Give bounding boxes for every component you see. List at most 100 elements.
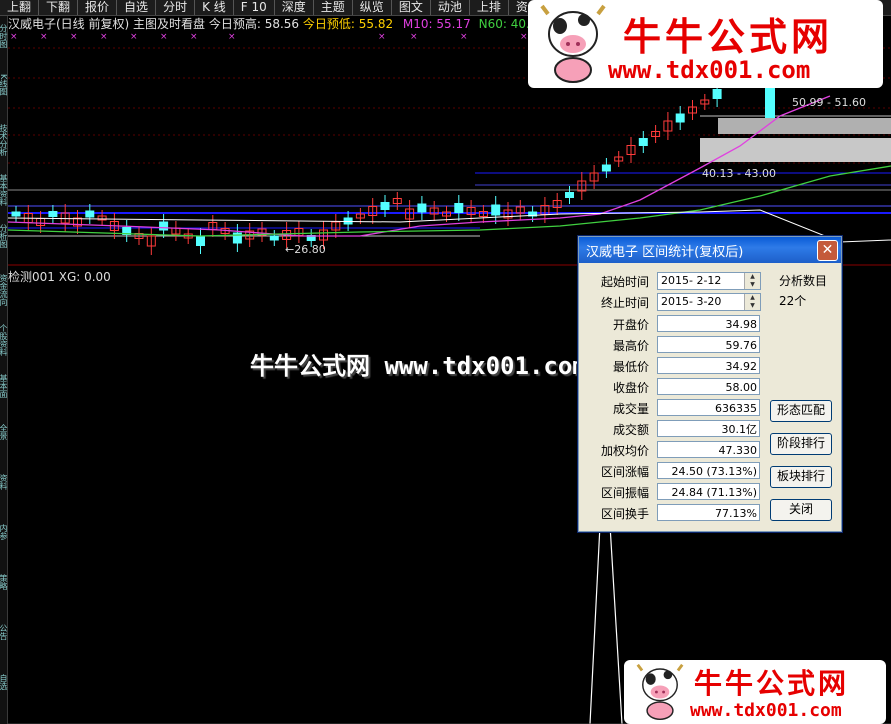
indicator-header: 检测001 XG: 0.00 bbox=[8, 270, 111, 284]
sector-ranking-button[interactable]: 板块排行 bbox=[770, 466, 832, 488]
stat-value-text: 59.76 bbox=[725, 339, 758, 352]
stat-value-text: 24.50 (73.13%) bbox=[671, 465, 757, 478]
left-strip-tab[interactable]: 公告 bbox=[0, 624, 8, 670]
left-strip-tab[interactable]: 基本资料 bbox=[0, 174, 8, 220]
left-strip-tab[interactable]: 资料 bbox=[0, 474, 8, 520]
menu-item[interactable]: 纵览 bbox=[353, 0, 392, 15]
menu-item[interactable]: 自选 bbox=[117, 0, 157, 15]
dialog-close-button[interactable]: 关闭 bbox=[770, 499, 832, 521]
spin-arrows-icon[interactable]: ▲ ▼ bbox=[744, 273, 760, 289]
m10-value: M10: 55.17 bbox=[402, 17, 471, 31]
signal-x-marker: × bbox=[40, 32, 48, 42]
left-strip-tab[interactable]: 自选 bbox=[0, 674, 8, 720]
candle-body bbox=[11, 211, 21, 217]
spin-arrows-icon[interactable]: ▲ ▼ bbox=[744, 294, 760, 310]
candle-body bbox=[765, 88, 775, 118]
left-strip-tab[interactable]: 策略 bbox=[0, 574, 8, 620]
stat-value: 77.13% bbox=[657, 504, 760, 521]
band-label-1: 40.13 - 43.00 bbox=[702, 167, 776, 180]
signal-x-marker: × bbox=[228, 32, 236, 42]
menu-item[interactable]: 主题 bbox=[314, 0, 353, 15]
left-strip-tab[interactable]: K线图 bbox=[0, 74, 8, 120]
watermark-top: 牛牛公式网 www.tdx001.com bbox=[528, 0, 883, 88]
signal-x-marker: × bbox=[10, 32, 18, 42]
dialog-titlebar[interactable]: 汉威电子 区间统计(复权后) ✕ bbox=[579, 237, 841, 263]
stat-value-text: 34.92 bbox=[725, 360, 758, 373]
candle-body bbox=[380, 202, 390, 210]
menu-item[interactable]: 深度 bbox=[275, 0, 314, 15]
signal-x-marker: × bbox=[130, 32, 138, 42]
left-strip-tab[interactable]: 基本面 bbox=[0, 374, 8, 420]
left-strip-tab[interactable]: 资金流向 bbox=[0, 274, 8, 320]
candle-body bbox=[85, 210, 95, 218]
stat-label: 收盘价 bbox=[612, 381, 649, 395]
candle-body bbox=[638, 138, 648, 146]
menu-item[interactable]: F 10 bbox=[234, 0, 275, 15]
watermark-bottom: 牛牛公式网 www.tdx001.com bbox=[624, 660, 886, 724]
signal-x-marker: × bbox=[378, 32, 386, 42]
candle-body bbox=[417, 203, 427, 213]
candle-body bbox=[712, 89, 722, 99]
signal-x-marker: × bbox=[520, 32, 528, 42]
stat-value: 34.92 bbox=[657, 357, 760, 374]
menu-item[interactable]: K 线 bbox=[195, 0, 234, 15]
cow-logo-icon bbox=[540, 4, 606, 83]
forecast-low-value: 55.82 bbox=[358, 17, 394, 31]
stat-value-text: 34.98 bbox=[725, 318, 758, 331]
candle-body bbox=[675, 113, 685, 123]
stat-value: 636335 bbox=[657, 399, 760, 416]
candle-body bbox=[48, 211, 58, 217]
stat-label: 区间振幅 bbox=[600, 486, 649, 500]
pattern-match-button[interactable]: 形态匹配 bbox=[770, 400, 832, 422]
stat-label: 终止时间 bbox=[600, 296, 649, 310]
candle-body bbox=[454, 203, 464, 213]
stat-label: 成交量 bbox=[612, 402, 649, 416]
menu-item[interactable]: 动池 bbox=[431, 0, 470, 15]
stat-value: 58.00 bbox=[657, 378, 760, 395]
menu-item[interactable]: 下翻 bbox=[39, 0, 79, 15]
candle-body bbox=[601, 164, 611, 172]
left-strip-tab[interactable]: 分析图 bbox=[0, 224, 8, 270]
date-picker[interactable]: 2015- 3-20 ▲ ▼ bbox=[657, 293, 761, 311]
analysis-count-label: 分析数目 bbox=[779, 274, 828, 288]
menu-item[interactable]: 上翻 bbox=[0, 0, 40, 15]
signal-x-marker: × bbox=[160, 32, 168, 42]
forecast-low-label: 今日预低: bbox=[302, 17, 359, 31]
signal-x-marker: × bbox=[70, 32, 78, 42]
menu-item[interactable]: 分时 bbox=[156, 0, 196, 15]
dialog-close-icon[interactable]: ✕ bbox=[817, 240, 838, 261]
left-strip-tab[interactable]: 技术分析 bbox=[0, 124, 8, 170]
left-strip-tab[interactable]: 个股资料 bbox=[0, 324, 8, 370]
stat-value-text: 24.84 (71.13%) bbox=[671, 486, 757, 499]
watermark-top-brand: 牛牛公式网 bbox=[623, 14, 834, 59]
stock-title: 汉威电子(日线 前复权) 主图及时看盘 bbox=[8, 17, 205, 31]
date-picker[interactable]: 2015- 2-12 ▲ ▼ bbox=[657, 272, 761, 290]
stat-value: 24.50 (73.13%) bbox=[657, 462, 760, 479]
stat-value: 59.76 bbox=[657, 336, 760, 353]
indicator-line bbox=[589, 524, 623, 724]
stat-label: 开盘价 bbox=[612, 318, 649, 332]
stat-value: 24.84 (71.13%) bbox=[657, 483, 760, 500]
menu-item[interactable]: 上排 bbox=[470, 0, 509, 15]
stage-ranking-button[interactable]: 阶段排行 bbox=[770, 433, 832, 455]
menu-item[interactable]: 图文 bbox=[392, 0, 431, 15]
candle-body bbox=[196, 236, 205, 246]
stat-label: 起始时间 bbox=[600, 275, 649, 289]
left-strip-tab[interactable]: 内参 bbox=[0, 524, 8, 570]
stat-value-text: 2015- 3-20 bbox=[661, 295, 722, 308]
candlestick-series bbox=[11, 81, 775, 255]
stat-value-text: 77.13% bbox=[715, 507, 757, 520]
left-strip-tab[interactable]: 全景 bbox=[0, 424, 8, 470]
chart-header: 汉威电子(日线 前复权) 主图及时看盘 今日预高: 58.56 今日预低: 55… bbox=[8, 16, 552, 32]
stat-value: 34.98 bbox=[657, 315, 760, 332]
stat-value-text: 58.00 bbox=[725, 381, 758, 394]
stat-value-text: 2015- 2-12 bbox=[661, 274, 722, 287]
watermark-bottom-url: www.tdx001.com bbox=[690, 700, 842, 721]
analysis-count-value: 22个 bbox=[779, 294, 807, 308]
stat-label: 最低价 bbox=[612, 360, 649, 374]
menu-item[interactable]: 报价 bbox=[78, 0, 118, 15]
stat-label: 区间换手 bbox=[600, 507, 649, 521]
candle-body bbox=[565, 192, 574, 198]
low-price-label: ←26.80 bbox=[285, 243, 326, 256]
left-strip-tab[interactable]: 分时图 bbox=[0, 24, 8, 70]
